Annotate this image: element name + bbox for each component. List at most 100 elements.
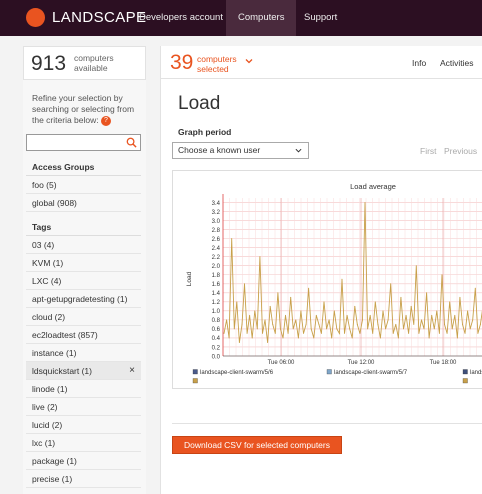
download-csv-button[interactable]: Download CSV for selected computers <box>172 436 342 454</box>
tag-item-selected[interactable]: ldsquickstart (1) × <box>26 362 141 380</box>
data-point <box>264 319 266 321</box>
page-title: Load <box>178 93 221 114</box>
data-point <box>287 332 289 334</box>
data-point <box>459 296 461 298</box>
data-point <box>395 323 397 325</box>
data-point <box>261 332 263 334</box>
data-point <box>379 337 381 339</box>
x-tick-label: Tue 12:00 <box>348 360 375 366</box>
legend-label: landscape-client-swarm/5/7 <box>334 370 408 376</box>
graph-period-value: Choose a known user <box>178 145 261 155</box>
selected-count[interactable]: 39 <box>170 51 193 75</box>
legend-label: landscape-client-swarm/5/6 <box>200 370 274 376</box>
data-point <box>438 332 440 334</box>
data-point <box>461 323 463 325</box>
data-point <box>279 328 281 330</box>
tag-item[interactable]: instance (1) <box>26 344 141 362</box>
legend-swatch <box>326 369 332 375</box>
data-point <box>385 328 387 330</box>
help-icon[interactable]: ? <box>101 115 111 126</box>
y-tick-label: 1.2 <box>212 300 221 306</box>
data-point <box>477 332 479 334</box>
data-point <box>469 328 471 330</box>
tab-info[interactable]: Info <box>412 58 426 68</box>
legend-swatch <box>192 369 198 375</box>
data-point <box>336 328 338 330</box>
data-point <box>328 319 330 321</box>
selected-label-text: computers selected <box>197 54 237 74</box>
data-point <box>313 337 315 339</box>
access-group-item[interactable]: foo (5) <box>26 176 141 194</box>
selected-label[interactable]: computers selected <box>197 54 243 74</box>
access-group-item[interactable]: global (908) <box>26 194 141 212</box>
data-point <box>418 332 420 334</box>
nav-item-developers-account[interactable]: Developers account <box>127 0 235 36</box>
data-point <box>333 310 335 312</box>
data-point <box>397 337 399 339</box>
data-point <box>254 310 256 312</box>
tags-header: Tags <box>26 218 141 236</box>
pager-first[interactable]: First <box>420 146 437 156</box>
pager-previous[interactable]: Previous <box>444 146 477 156</box>
data-point <box>315 314 317 316</box>
tag-item[interactable]: KVM (1) <box>26 254 141 272</box>
legend-label: landscape-client-swarm/5/9 <box>470 370 482 376</box>
legend-swatch <box>462 369 468 375</box>
data-point <box>400 296 402 298</box>
tag-item[interactable]: live (2) <box>26 398 141 416</box>
x-tick-label: Tue 06:00 <box>268 360 295 366</box>
data-point <box>256 328 258 330</box>
data-point <box>364 202 366 204</box>
search-input[interactable] <box>26 134 141 151</box>
data-point <box>467 310 469 312</box>
y-tick-label: 3.2 <box>212 210 221 216</box>
tag-item[interactable]: lucid (2) <box>26 416 141 434</box>
remove-filter-icon[interactable]: × <box>129 362 135 380</box>
tag-item[interactable]: apt-getupgradetesting (1) <box>26 290 141 308</box>
data-point <box>374 301 376 303</box>
data-point <box>377 323 379 325</box>
data-point <box>387 319 389 321</box>
data-point <box>444 323 446 325</box>
data-point <box>423 328 425 330</box>
tag-item[interactable]: LXC (4) <box>26 272 141 290</box>
y-tick-label: 1.8 <box>212 273 221 279</box>
graph-period-label: Graph period <box>178 127 232 137</box>
tag-item[interactable]: package (1) <box>26 452 141 470</box>
data-point <box>456 337 458 339</box>
top-nav: LANDSCAPE Developers account Computers S… <box>0 0 482 36</box>
data-point <box>436 310 438 312</box>
data-point <box>382 310 384 312</box>
data-point <box>295 319 297 321</box>
selection-bar: 39 computers selected Info Activities <box>161 46 482 79</box>
tab-activities[interactable]: Activities <box>440 58 474 68</box>
y-tick-label: 2.2 <box>212 255 221 261</box>
nav-item-support[interactable]: Support <box>292 0 349 36</box>
data-point <box>259 256 261 258</box>
ubuntu-circle-icon <box>26 8 45 27</box>
access-groups-header: Access Groups <box>26 158 141 176</box>
tag-item[interactable]: cloud (2) <box>26 308 141 326</box>
data-point <box>426 292 428 294</box>
data-point <box>285 314 287 316</box>
data-point <box>441 274 443 276</box>
tag-item[interactable]: lxc (1) <box>26 434 141 452</box>
search-icon[interactable] <box>126 137 137 148</box>
chevron-down-icon[interactable] <box>245 57 253 65</box>
tag-item[interactable]: precise (1) <box>26 470 141 488</box>
computers-count-box: 913 computers available <box>24 47 145 80</box>
data-point <box>249 314 251 316</box>
data-point <box>346 314 348 316</box>
data-point <box>410 305 412 307</box>
tag-item[interactable]: 03 (4) <box>26 236 141 254</box>
data-point <box>408 332 410 334</box>
data-point <box>318 323 320 325</box>
tag-item[interactable]: linode (1) <box>26 380 141 398</box>
y-tick-label: 0.2 <box>212 345 221 351</box>
nav-item-computers[interactable]: Computers <box>226 0 297 36</box>
data-point <box>451 328 453 330</box>
data-point <box>272 323 274 325</box>
data-point <box>228 337 230 339</box>
graph-period-select[interactable]: Choose a known user <box>172 142 309 159</box>
tag-item[interactable]: ec2loadtest (857) <box>26 326 141 344</box>
